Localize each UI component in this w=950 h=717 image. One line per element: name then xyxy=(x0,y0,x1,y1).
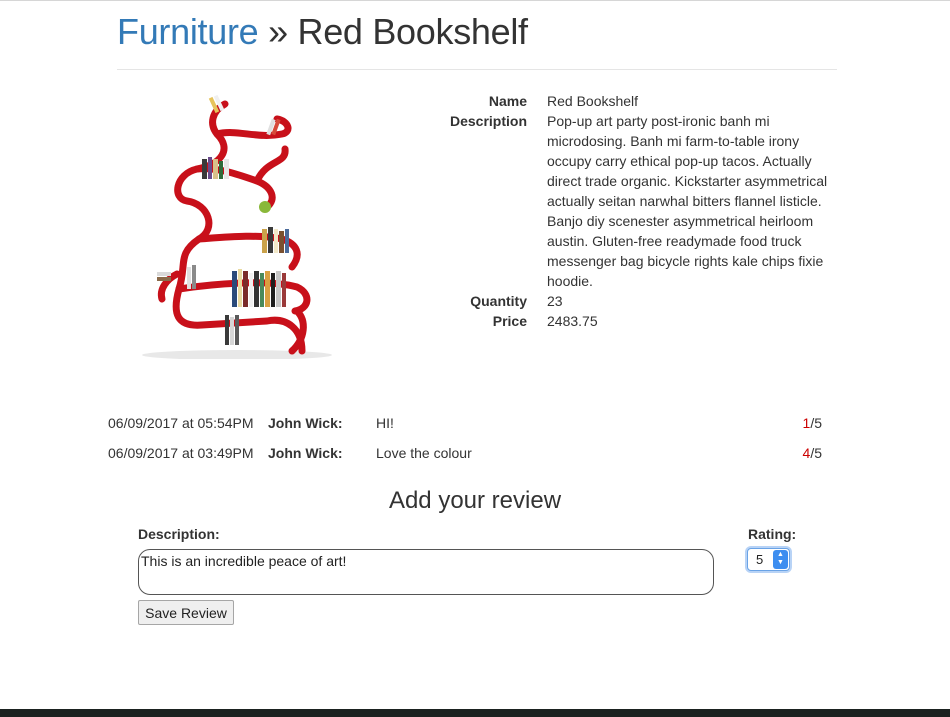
rating-select[interactable]: 5 ▲ ▼ xyxy=(747,548,790,571)
description-label: Description xyxy=(449,113,527,129)
detail-row-quantity: Quantity 23 xyxy=(417,291,842,311)
price-value: 2483.75 xyxy=(547,313,598,329)
review-description-label: Description: xyxy=(138,526,220,542)
description-value: Pop-up art party post-ironic banh mi mic… xyxy=(547,113,828,289)
review-date: 06/09/2017 at 03:49PM xyxy=(108,445,254,461)
review-rating-label: Rating: xyxy=(748,526,797,542)
rating-selected-value: 5 xyxy=(756,552,764,567)
review-rating: 1/5 xyxy=(782,413,828,443)
review-row: 06/09/2017 at 03:49PM John Wick: Love th… xyxy=(108,443,828,473)
review-author: John Wick: xyxy=(268,445,343,461)
price-label: Price xyxy=(492,313,527,329)
name-value: Red Bookshelf xyxy=(547,93,639,109)
review-date: 06/09/2017 at 05:54PM xyxy=(108,415,254,431)
review-text: Love the colour xyxy=(376,445,472,461)
breadcrumb-separator: » xyxy=(268,11,288,52)
name-label: Name xyxy=(488,93,527,109)
product-details: Name Red Bookshelf Description Pop-up ar… xyxy=(417,91,842,331)
review-rating: 4/5 xyxy=(782,443,828,473)
review-author: John Wick: xyxy=(268,415,343,431)
breadcrumb-current: Red Bookshelf xyxy=(297,11,529,52)
quantity-value: 23 xyxy=(547,293,563,309)
detail-row-description: Description Pop-up art party post-ironic… xyxy=(417,111,842,291)
review-list: 06/09/2017 at 05:54PM John Wick: HI! 1/5… xyxy=(108,413,828,473)
review-score-max: /5 xyxy=(810,445,822,461)
breadcrumb-category-link[interactable]: Furniture xyxy=(117,11,259,52)
review-text: HI! xyxy=(376,415,394,431)
chevron-updown-icon: ▲ ▼ xyxy=(773,550,788,569)
detail-row-name: Name Red Bookshelf xyxy=(417,91,842,111)
quantity-label: Quantity xyxy=(470,293,527,309)
add-review-heading: Add your review xyxy=(388,487,562,514)
review-description-input[interactable]: This is an incredible peace of art! xyxy=(138,549,714,595)
header-divider xyxy=(117,69,837,70)
detail-row-price: Price 2483.75 xyxy=(417,311,842,331)
page: Furniture » Red Bookshelf Name Red Books… xyxy=(0,0,950,709)
page-title: Furniture » Red Bookshelf xyxy=(117,11,528,53)
product-image xyxy=(117,89,337,359)
save-review-button[interactable]: Save Review xyxy=(138,600,234,625)
review-row: 06/09/2017 at 05:54PM John Wick: HI! 1/5 xyxy=(108,413,828,443)
review-score-max: /5 xyxy=(810,415,822,431)
